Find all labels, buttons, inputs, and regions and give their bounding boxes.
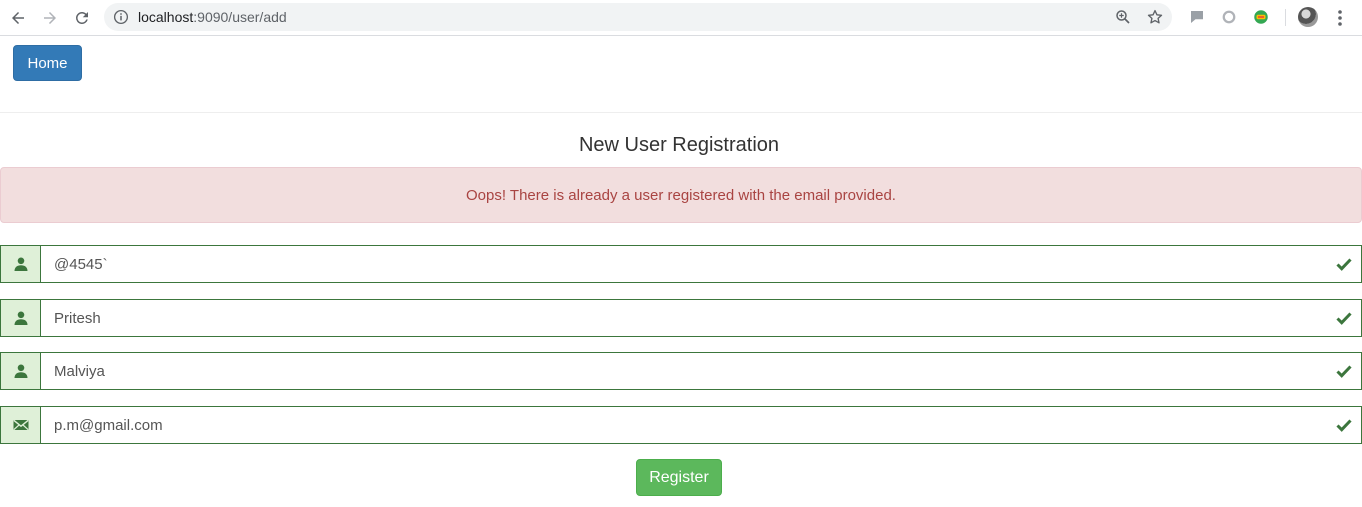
first-name-field-wrapper (40, 299, 1362, 337)
field-icon-addon (0, 406, 40, 444)
input-group-email (0, 406, 1362, 444)
url-text[interactable]: localhost:9090/user/add (138, 9, 287, 25)
last-name-input[interactable] (41, 353, 1361, 389)
divider (0, 112, 1362, 113)
field-icon-addon (0, 352, 40, 390)
alert-message: Oops! There is already a user registered… (466, 186, 896, 204)
info-icon[interactable] (112, 8, 130, 26)
email-field-wrapper (40, 406, 1362, 444)
page-title: New User Registration (578, 134, 780, 156)
url-host: localhost (138, 9, 194, 25)
star-icon[interactable] (1146, 8, 1164, 26)
envelope-icon (12, 419, 29, 431)
input-group-last-name (0, 352, 1362, 390)
input-group-first-name (0, 299, 1362, 337)
username-input[interactable] (41, 246, 1361, 282)
email-input[interactable] (41, 407, 1361, 443)
forward-button[interactable] (38, 6, 62, 30)
username-field-wrapper (40, 245, 1362, 283)
home-button[interactable]: Home (13, 45, 82, 81)
browser-toolbar: localhost:9090/user/add (0, 0, 1362, 36)
field-icon-addon (0, 299, 40, 337)
extension-chat-icon[interactable] (1188, 8, 1206, 26)
field-icon-addon (0, 245, 40, 283)
url-path: :9090/user/add (193, 9, 287, 25)
input-group-username (0, 245, 1362, 283)
back-button[interactable] (6, 6, 30, 30)
back-arrow-icon (12, 12, 24, 24)
toolbar-divider (1285, 9, 1286, 26)
extension-colored-icon[interactable] (1252, 8, 1270, 26)
more-vert-icon[interactable] (1334, 8, 1346, 28)
reload-button[interactable] (70, 6, 94, 30)
last-name-field-wrapper (40, 352, 1362, 390)
user-icon (14, 311, 27, 325)
forward-arrow-icon (44, 12, 56, 24)
user-icon (14, 257, 27, 271)
check-icon (1336, 258, 1352, 271)
zoom-icon[interactable] (1114, 8, 1132, 26)
error-alert: Oops! There is already a user registered… (0, 167, 1362, 223)
user-icon (14, 364, 27, 378)
register-button[interactable]: Register (636, 459, 722, 496)
profile-avatar[interactable] (1298, 7, 1318, 27)
first-name-input[interactable] (41, 300, 1361, 336)
check-icon (1336, 312, 1352, 325)
check-icon (1336, 365, 1352, 378)
check-icon (1336, 419, 1352, 432)
extension-circle-icon[interactable] (1220, 8, 1238, 26)
reload-icon (75, 11, 88, 24)
address-bar[interactable]: localhost:9090/user/add (104, 3, 1172, 31)
